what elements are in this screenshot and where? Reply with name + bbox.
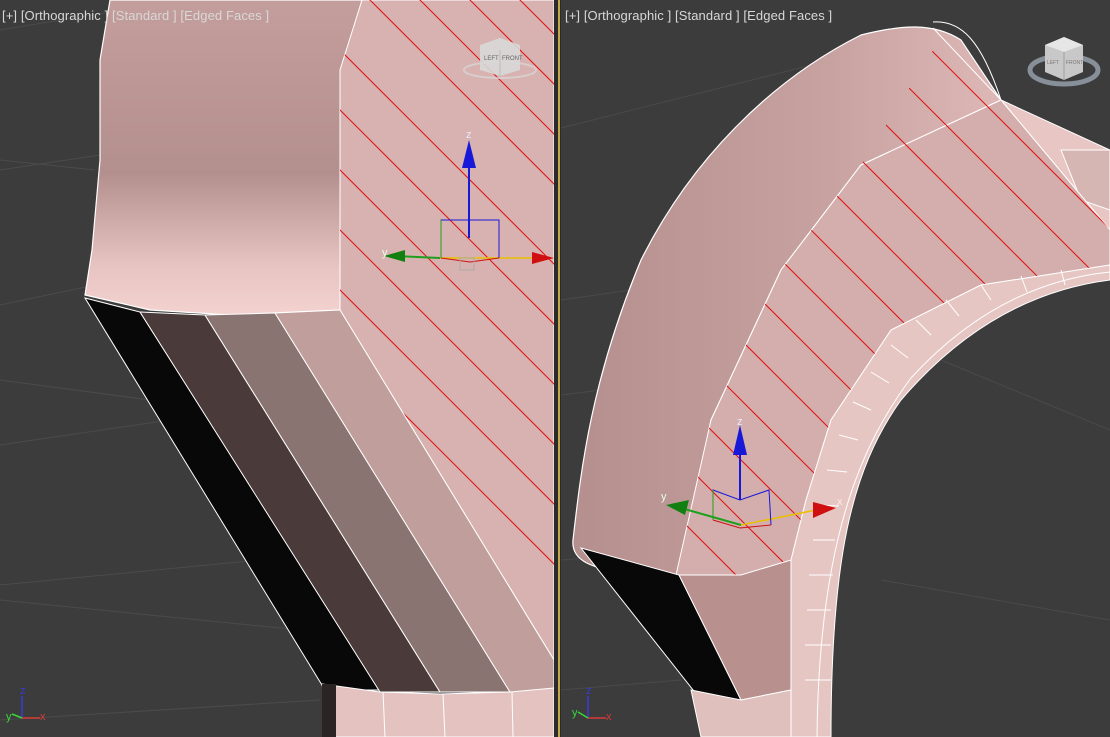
- axis-triad: z x y: [572, 685, 612, 723]
- viewport-divider[interactable]: [554, 0, 561, 737]
- viewport-right-scene[interactable]: z y x LEFT FRONT z x y: [561, 0, 1110, 737]
- viewcube-front-face[interactable]: FRONT: [1066, 60, 1083, 66]
- viewcube[interactable]: LEFT FRONT: [1027, 37, 1101, 87]
- gizmo-z-label: z: [466, 129, 472, 141]
- triad-y: y: [572, 707, 578, 719]
- gizmo-y-label: y: [661, 491, 667, 503]
- triad-x: x: [606, 711, 612, 723]
- viewport-right[interactable]: z y x LEFT FRONT z x y [+] [Orthographic…: [561, 0, 1110, 737]
- triad-z: z: [586, 685, 592, 697]
- triad-x: x: [40, 711, 46, 723]
- gizmo-x-label: x: [837, 496, 843, 508]
- viewport-left-scene[interactable]: z y LEFT FRONT z x y: [0, 0, 554, 737]
- gizmo-y-label: y: [382, 247, 388, 259]
- viewcube-left-face[interactable]: LEFT: [484, 56, 499, 62]
- triad-z: z: [20, 685, 26, 697]
- viewport-left[interactable]: z y LEFT FRONT z x y [+] [Orthographic ]…: [0, 0, 554, 737]
- viewport-label-right[interactable]: [+] [Orthographic ] [Standard ] [Edged F…: [565, 8, 832, 23]
- mesh-top-block: [84, 0, 363, 316]
- viewport-label-left[interactable]: [+] [Orthographic ] [Standard ] [Edged F…: [2, 8, 269, 23]
- triad-y: y: [6, 711, 12, 723]
- axis-triad: z x y: [6, 685, 46, 723]
- viewcube-front-face[interactable]: FRONT: [502, 56, 523, 62]
- gizmo-z-label: z: [737, 416, 743, 428]
- viewcube-left-face[interactable]: LEFT: [1047, 60, 1059, 66]
